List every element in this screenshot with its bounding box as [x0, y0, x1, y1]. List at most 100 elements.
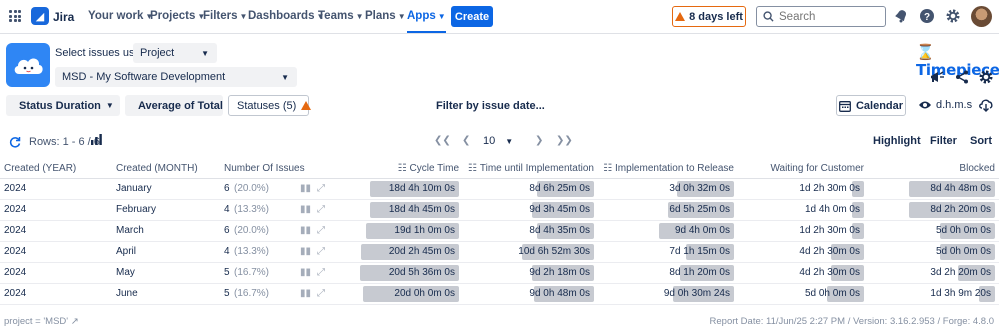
cell-impl[interactable]: 9d 2h 18m 0s — [463, 262, 598, 284]
cell-release[interactable]: 7d 1h 15m 0s — [598, 241, 738, 263]
help-icon[interactable]: ? — [919, 8, 935, 24]
first-page-icon[interactable]: ❮❮ — [434, 135, 451, 146]
nav-projects[interactable]: Projects ▼ — [150, 10, 205, 22]
filter-button[interactable]: Filter — [930, 135, 957, 147]
status-duration-dropdown[interactable]: Status Duration ▼ — [6, 95, 120, 116]
average-of-total-button[interactable]: Average of Total — [125, 95, 223, 116]
search-input[interactable] — [779, 10, 879, 23]
header-time-until-implementation[interactable]: ☷ Time until Implementation — [463, 159, 598, 179]
next-page-icon[interactable]: ❯ — [535, 135, 543, 146]
previous-page-icon[interactable]: ❮ — [462, 135, 470, 146]
search-icon — [763, 11, 774, 22]
user-avatar[interactable] — [971, 6, 992, 27]
expand-icon[interactable]: ⤢ — [317, 288, 325, 299]
calendar-button[interactable]: Calendar — [836, 95, 906, 116]
cell-release[interactable]: 9d 4h 0m 0s — [598, 220, 738, 242]
notification-bell-icon[interactable] — [893, 8, 909, 24]
app-switcher-icon[interactable] — [9, 10, 21, 22]
cloud-download-icon[interactable] — [978, 98, 994, 112]
bar-chart-icon[interactable]: ▮▮ — [300, 183, 311, 194]
expand-icon[interactable]: ⤢ — [317, 183, 325, 194]
header-implementation-to-release[interactable]: ☷ Implementation to Release — [598, 159, 738, 179]
header-issue-count[interactable]: Number Of Issues — [220, 159, 333, 179]
cell-impl[interactable]: 8d 4h 35m 0s — [463, 220, 598, 242]
bar-chart-icon[interactable]: ▮▮ — [300, 204, 311, 215]
expand-icon[interactable]: ⤢ — [317, 225, 325, 236]
cell-impl[interactable]: 10d 6h 52m 30s — [463, 241, 598, 263]
time-format-toggle[interactable]: d.h.m.s — [918, 99, 972, 111]
cell-impl[interactable]: 8d 6h 25m 0s — [463, 178, 598, 200]
share-icon[interactable] — [954, 69, 970, 85]
cell-issue-count[interactable]: 4 (13.3%) ▮▮ ⤢ — [220, 241, 333, 263]
cell-blocked[interactable]: 8d 4h 48m 0s — [868, 178, 999, 200]
cell-issue-count[interactable]: 4 (13.3%) ▮▮ ⤢ — [220, 199, 333, 221]
cell-issue-count[interactable]: 5 (16.7%) ▮▮ ⤢ — [220, 262, 333, 284]
create-button[interactable]: Create — [451, 6, 493, 27]
page-size-select[interactable]: 10 ▼ — [476, 131, 522, 151]
cell-impl[interactable]: 9d 0h 48m 0s — [463, 283, 598, 305]
bar-chart-icon[interactable]: ▮▮ — [300, 246, 311, 257]
cell-waiting[interactable]: 5d 0h 0m 0s — [738, 283, 868, 305]
last-page-icon[interactable]: ❯❯ — [556, 135, 573, 146]
jira-logo-icon[interactable]: ◢ — [31, 7, 49, 25]
sort-button[interactable]: Sort — [970, 135, 992, 147]
cell-blocked[interactable]: 3d 2h 20m 0s — [868, 262, 999, 284]
cell-blocked[interactable]: 5d 0h 0m 0s — [868, 220, 999, 242]
bar-chart-icon[interactable] — [91, 134, 102, 145]
cell-waiting[interactable]: 1d 4h 0m 0s — [738, 199, 868, 221]
cell-issue-count[interactable]: 5 (16.7%) ▮▮ ⤢ — [220, 283, 333, 305]
cell-release[interactable]: 6d 5h 25m 0s — [598, 199, 738, 221]
cell-waiting[interactable]: 4d 2h 30m 0s — [738, 241, 868, 263]
cell-release[interactable]: 3d 0h 32m 0s — [598, 178, 738, 200]
issue-source-select[interactable]: Project ▼ — [133, 43, 217, 63]
search-field[interactable] — [756, 6, 886, 27]
nav-your-work[interactable]: Your work ▼ — [88, 10, 153, 22]
trial-badge[interactable]: 8 days left — [672, 6, 746, 27]
cell-issue-count[interactable]: 6 (20.0%) ▮▮ ⤢ — [220, 178, 333, 200]
cell-waiting[interactable]: 4d 2h 30m 0s — [738, 262, 868, 284]
statuses-button[interactable]: Statuses (5) — [228, 95, 312, 116]
nav-dashboards[interactable]: Dashboards ▼ — [248, 10, 324, 22]
cell-release[interactable]: 8d 1h 20m 0s — [598, 262, 738, 284]
cell-waiting[interactable]: 1d 2h 30m 0s — [738, 178, 868, 200]
cell-impl[interactable]: 9d 3h 45m 0s — [463, 199, 598, 221]
cell-blocked[interactable]: 5d 0h 0m 0s — [868, 241, 999, 263]
cell-blocked[interactable]: 1d 3h 9m 20s — [868, 283, 999, 305]
cell-cycle[interactable]: 18d 4h 10m 0s — [333, 178, 463, 200]
cell-waiting[interactable]: 1d 2h 30m 0s — [738, 220, 868, 242]
header-cycle-time[interactable]: ☷ Cycle Time — [333, 159, 463, 179]
cell-blocked[interactable]: 8d 2h 20m 0s — [868, 199, 999, 221]
cell-cycle[interactable]: 20d 5h 36m 0s — [333, 262, 463, 284]
cell-release[interactable]: 9d 0h 30m 24s — [598, 283, 738, 305]
filter-by-date-link[interactable]: Filter by issue date... — [436, 100, 545, 112]
settings-gear-icon[interactable] — [978, 69, 994, 85]
project-select[interactable]: MSD - My Software Development ▼ — [55, 67, 297, 87]
header-month[interactable]: Created (MONTH) — [112, 159, 220, 179]
nav-teams[interactable]: Teams ▼ — [318, 10, 364, 22]
cell-cycle[interactable]: 20d 0h 0m 0s — [333, 283, 463, 305]
nav-apps[interactable]: Apps ▼ — [407, 10, 446, 33]
settings-gear-icon[interactable] — [945, 8, 961, 24]
highlight-button[interactable]: Highlight — [873, 135, 921, 147]
bar-chart-icon[interactable]: ▮▮ — [300, 225, 311, 236]
header-waiting-for-customer[interactable]: Waiting for Customer — [738, 159, 868, 179]
cell-cycle[interactable]: 18d 4h 45m 0s — [333, 199, 463, 221]
announcement-icon[interactable] — [929, 69, 945, 85]
bar-chart-icon[interactable]: ▮▮ — [300, 267, 311, 278]
cell-issue-count[interactable]: 6 (20.0%) ▮▮ ⤢ — [220, 220, 333, 242]
header-year[interactable]: Created (YEAR) — [0, 159, 112, 179]
product-name[interactable]: Jira — [53, 10, 74, 24]
header-blocked[interactable]: Blocked — [868, 159, 999, 179]
cell-cycle[interactable]: 20d 2h 45m 0s — [333, 241, 463, 263]
nav-plans[interactable]: Plans ▼ — [365, 10, 406, 22]
warning-icon — [301, 101, 312, 110]
jql-link[interactable]: project = 'MSD' ↗ — [4, 316, 79, 327]
cell-cycle[interactable]: 19d 1h 0m 0s — [333, 220, 463, 242]
bar-chart-icon[interactable]: ▮▮ — [300, 288, 311, 299]
expand-icon[interactable]: ⤢ — [317, 246, 325, 257]
expand-icon[interactable]: ⤢ — [317, 204, 325, 215]
expand-icon[interactable]: ⤢ — [317, 267, 325, 278]
refresh-icon[interactable] — [9, 136, 21, 148]
nav-filters[interactable]: Filters ▼ — [203, 10, 247, 22]
calendar-icon — [839, 100, 851, 112]
